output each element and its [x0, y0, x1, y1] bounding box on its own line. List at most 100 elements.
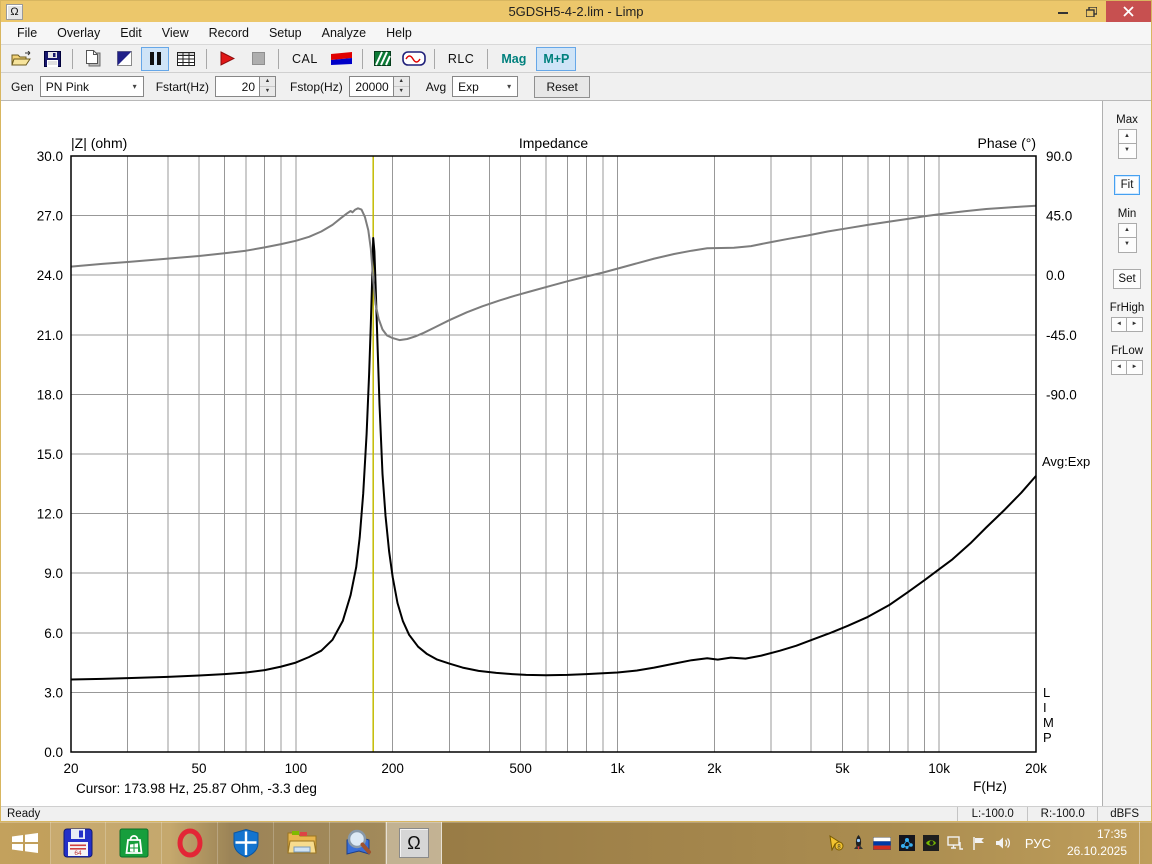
clock[interactable]: 17:35 26.10.2025	[1067, 826, 1127, 861]
spin-up-icon[interactable]: ▲	[393, 77, 409, 87]
pause-icon	[149, 52, 161, 65]
frhigh-arrows[interactable]: ◄ ►	[1111, 317, 1144, 332]
menu-analyze[interactable]: Analyze	[312, 23, 376, 43]
arrow-right-icon[interactable]: ►	[1127, 317, 1144, 332]
menu-record[interactable]: Record	[199, 23, 259, 43]
taskbar-app-floppy64[interactable]: 64	[50, 822, 106, 864]
cursor-readout: Cursor: 173.98 Hz, 25.87 Ohm, -3.3 deg	[76, 781, 317, 796]
gen-label: Gen	[11, 79, 34, 94]
magnitude-view-button[interactable]: Mag	[494, 47, 533, 71]
status-bar: Ready L:-100.0 R:-100.0 dBFS	[1, 806, 1151, 821]
search-book-icon	[346, 829, 371, 855]
arrow-left-icon[interactable]: ◄	[1111, 360, 1128, 375]
min-spinner[interactable]: ▲ ▼	[1117, 223, 1137, 253]
frlow-arrows[interactable]: ◄ ►	[1111, 360, 1144, 375]
chart-area: |Z| (ohm) Impedance Phase (°) 30.0 27.0 24.0 2…	[1, 101, 1104, 806]
spin-up-icon[interactable]: ▲	[1117, 223, 1137, 238]
set-button[interactable]: Set	[1113, 269, 1141, 289]
fit-button[interactable]: Fit	[1114, 175, 1141, 195]
sine-wave-icon	[402, 51, 426, 66]
spin-up-icon[interactable]: ▲	[1117, 129, 1137, 144]
impedance-setup-button[interactable]	[369, 47, 397, 71]
taskbar-app-opera[interactable]	[162, 822, 218, 864]
generator-level-button[interactable]	[328, 47, 356, 71]
record-stop-button[interactable]	[244, 47, 272, 71]
arrow-right-icon[interactable]: ►	[1127, 360, 1144, 375]
x-axis-tick: 100	[285, 761, 308, 776]
fstart-spinner[interactable]: ▲ ▼	[260, 76, 277, 97]
impedance-chart[interactable]: |Z| (ohm) Impedance Phase (°) 30.0 27.0 24.0 2…	[1, 101, 1104, 806]
green-stripes-icon	[374, 51, 392, 66]
limp-watermark: I	[1043, 700, 1047, 715]
tray-rocket-icon[interactable]	[852, 835, 865, 851]
defender-shield-icon	[233, 828, 258, 858]
table-view-button[interactable]	[172, 47, 200, 71]
taskbar-app-limp[interactable]: Ω	[386, 822, 442, 864]
fstop-spinner[interactable]: ▲ ▼	[393, 76, 410, 97]
spin-down-icon[interactable]: ▼	[1117, 238, 1137, 253]
tray-speaker-icon[interactable]	[995, 836, 1011, 850]
rlc-button[interactable]: RLC	[441, 47, 482, 71]
table-grid-icon	[177, 51, 195, 66]
left-axis-tick: 30.0	[37, 149, 63, 164]
averaging-value: Exp	[458, 79, 479, 94]
pause-button[interactable]	[141, 46, 169, 71]
start-button[interactable]	[0, 822, 50, 864]
fstart-input[interactable]: 20	[215, 76, 261, 97]
language-indicator[interactable]: РУС	[1025, 836, 1051, 851]
menu-file[interactable]: File	[7, 23, 47, 43]
right-axis-title: Phase (°)	[977, 135, 1036, 151]
pen-style-button[interactable]	[110, 47, 138, 71]
record-start-button[interactable]	[213, 47, 241, 71]
menu-view[interactable]: View	[152, 23, 199, 43]
toolbar-separator	[72, 48, 73, 69]
max-spinner[interactable]: ▲ ▼	[1117, 129, 1137, 159]
menu-overlay[interactable]: Overlay	[47, 23, 110, 43]
tray-russian-flag-icon[interactable]	[872, 836, 891, 850]
menu-setup[interactable]: Setup	[259, 23, 312, 43]
limp-watermark: P	[1043, 730, 1052, 745]
title-bar[interactable]: Ω 5GDSH5-4-2.lim - Limp	[1, 1, 1151, 22]
tray-network-icon[interactable]	[947, 835, 964, 851]
clock-date: 26.10.2025	[1066, 844, 1127, 858]
x-axis-label: F(Hz)	[973, 779, 1007, 794]
taskbar-app-search[interactable]	[330, 822, 386, 864]
reset-button[interactable]: Reset	[534, 75, 591, 98]
sine-generator-button[interactable]	[400, 47, 428, 71]
minimize-button[interactable]	[1048, 1, 1077, 22]
save-floppy-icon	[43, 50, 61, 67]
min-label: Min	[1117, 208, 1137, 220]
averaging-select[interactable]: Exp ▾	[452, 76, 519, 97]
fstop-label: Fstop(Hz)	[290, 79, 343, 94]
restore-icon	[1086, 6, 1097, 17]
taskbar-app-store[interactable]	[106, 822, 162, 864]
taskbar: 64 Ω 8 РУС 17:35 26.10.2025	[0, 822, 1152, 864]
restore-button[interactable]	[1077, 1, 1106, 22]
menu-edit[interactable]: Edit	[110, 23, 152, 43]
tray-action-center-flag-icon[interactable]	[972, 836, 987, 851]
spin-down-icon[interactable]: ▼	[393, 87, 409, 96]
calibrate-button[interactable]: CAL	[285, 47, 325, 71]
frhigh-label: FrHigh	[1109, 302, 1145, 314]
save-button[interactable]	[38, 47, 66, 71]
stop-square-icon	[251, 52, 265, 65]
arrow-left-icon[interactable]: ◄	[1111, 317, 1128, 332]
open-file-button[interactable]	[7, 47, 35, 71]
fstop-input[interactable]: 20000	[348, 76, 394, 97]
show-desktop-button[interactable]	[1139, 822, 1146, 864]
close-button[interactable]	[1106, 1, 1151, 22]
taskbar-app-explorer[interactable]	[274, 822, 330, 864]
tray-network-nodes-icon[interactable]	[898, 835, 915, 851]
generator-select[interactable]: PN Pink ▾	[39, 76, 144, 97]
new-file-button[interactable]	[79, 47, 107, 71]
spin-up-icon[interactable]: ▲	[260, 77, 276, 87]
limp-watermark: M	[1043, 715, 1054, 730]
tray-pointer-icon[interactable]: 8	[828, 835, 844, 851]
status-units: dBFS	[1097, 807, 1151, 821]
spin-down-icon[interactable]: ▼	[260, 87, 276, 96]
taskbar-app-defender[interactable]	[218, 822, 274, 864]
magnitude-phase-view-button[interactable]: M+P	[536, 46, 577, 71]
spin-down-icon[interactable]: ▼	[1117, 144, 1137, 159]
menu-help[interactable]: Help	[376, 23, 422, 43]
tray-nvidia-icon[interactable]	[922, 835, 939, 851]
